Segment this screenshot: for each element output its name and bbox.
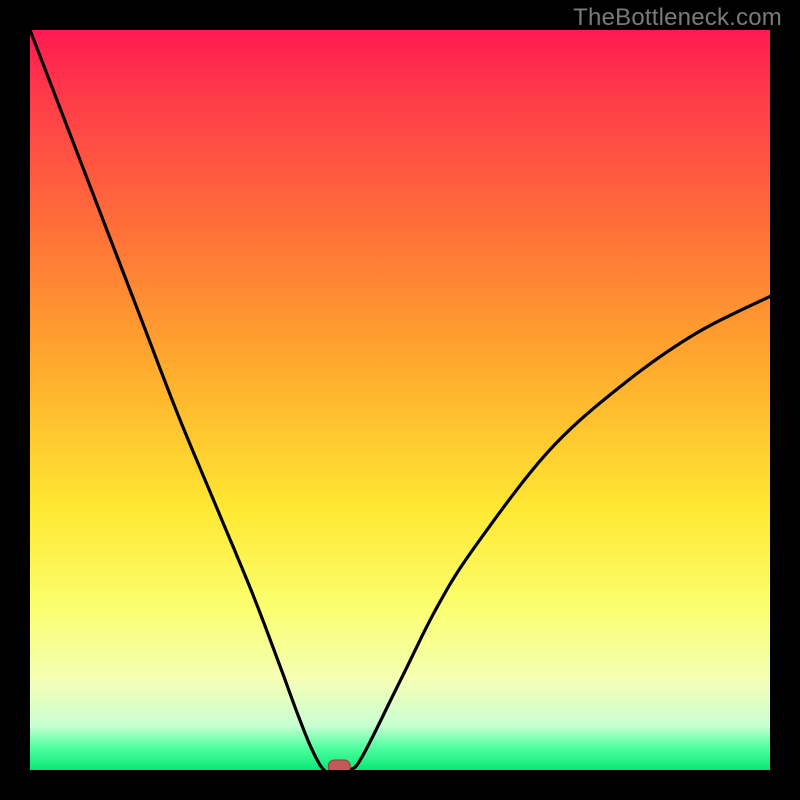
chart-frame: TheBottleneck.com xyxy=(0,0,800,800)
watermark-text: TheBottleneck.com xyxy=(573,4,782,32)
gradient-plot-area xyxy=(30,30,770,770)
